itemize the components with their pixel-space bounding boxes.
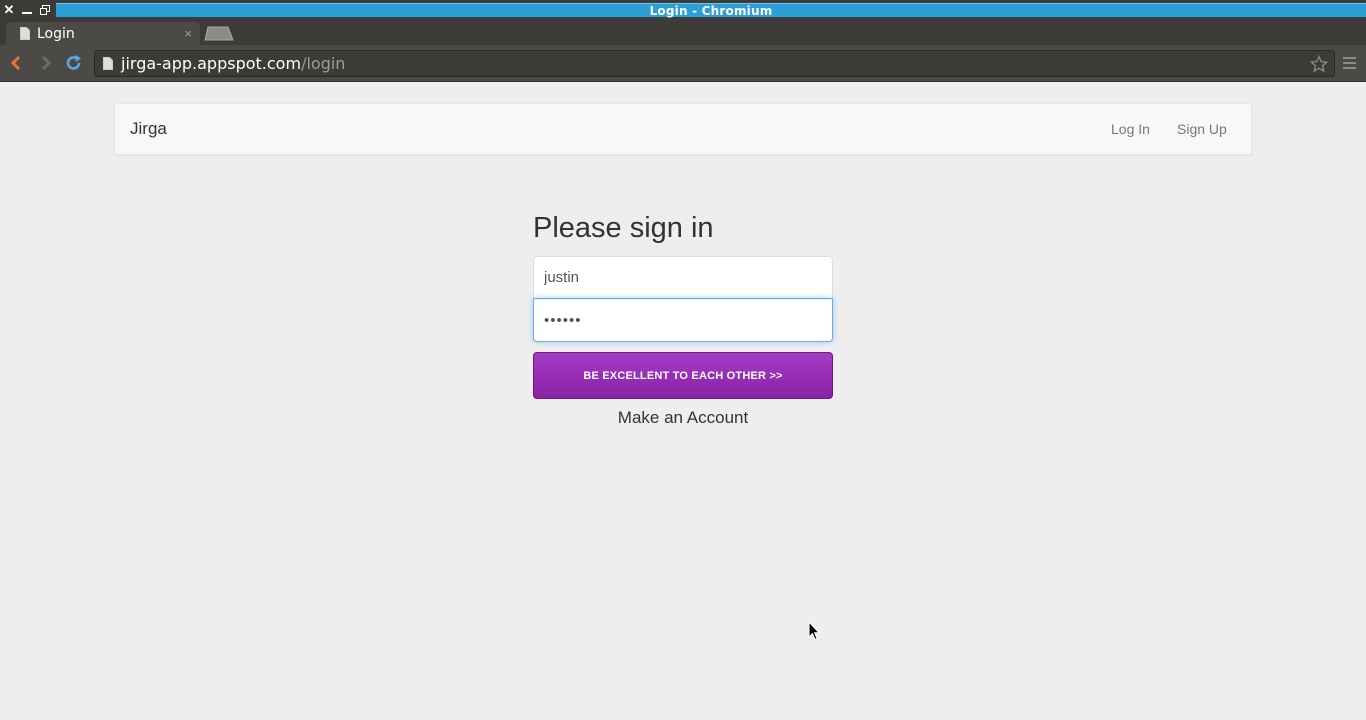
tab-login[interactable]: Login ×: [6, 22, 200, 45]
make-account-link[interactable]: Make an Account: [533, 408, 833, 428]
new-tab-button[interactable]: [204, 26, 234, 41]
minimize-icon[interactable]: [18, 0, 36, 20]
titlebar-strip: Login - Chromium: [56, 3, 1366, 18]
tab-strip: Login ×: [0, 20, 1366, 45]
menu-icon[interactable]: [1342, 55, 1358, 71]
url-host: jirga-app.appspot.com: [121, 54, 302, 73]
forward-icon[interactable]: [36, 53, 56, 73]
login-link[interactable]: Log In: [1111, 121, 1150, 137]
sign-in-button[interactable]: BE EXCELLENT TO EACH OTHER >>: [533, 352, 833, 399]
bookmark-star-icon[interactable]: [1308, 53, 1330, 75]
window-controls: ✕: [0, 0, 56, 20]
brand-link[interactable]: Jirga: [130, 119, 167, 139]
page-icon: [103, 57, 113, 70]
browser-toolbar: jirga-app.appspot.com/login: [0, 45, 1366, 82]
close-tab-icon[interactable]: ×: [184, 26, 192, 41]
site-navbar: Jirga Log In Sign Up: [114, 103, 1252, 155]
maximize-icon[interactable]: [36, 0, 54, 20]
signin-heading: Please sign in: [533, 212, 714, 244]
signup-link[interactable]: Sign Up: [1177, 121, 1227, 137]
page-icon: [20, 27, 30, 40]
address-bar[interactable]: jirga-app.appspot.com/login: [94, 50, 1335, 77]
username-field[interactable]: [533, 256, 833, 298]
password-field[interactable]: [533, 298, 833, 342]
signin-form: Please sign in BE EXCELLENT TO EACH OTHE…: [533, 208, 833, 428]
close-icon[interactable]: ✕: [0, 0, 18, 20]
window-title: Login - Chromium: [649, 3, 773, 18]
mouse-cursor-icon: [808, 620, 821, 641]
page-content: Jirga Log In Sign Up Please sign in BE E…: [0, 83, 1366, 720]
url-path: /login: [301, 54, 346, 73]
back-icon[interactable]: [6, 53, 26, 73]
tab-label: Login: [37, 25, 75, 42]
window-titlebar: ✕ Login - Chromium: [0, 0, 1366, 20]
reload-icon[interactable]: [64, 53, 84, 73]
